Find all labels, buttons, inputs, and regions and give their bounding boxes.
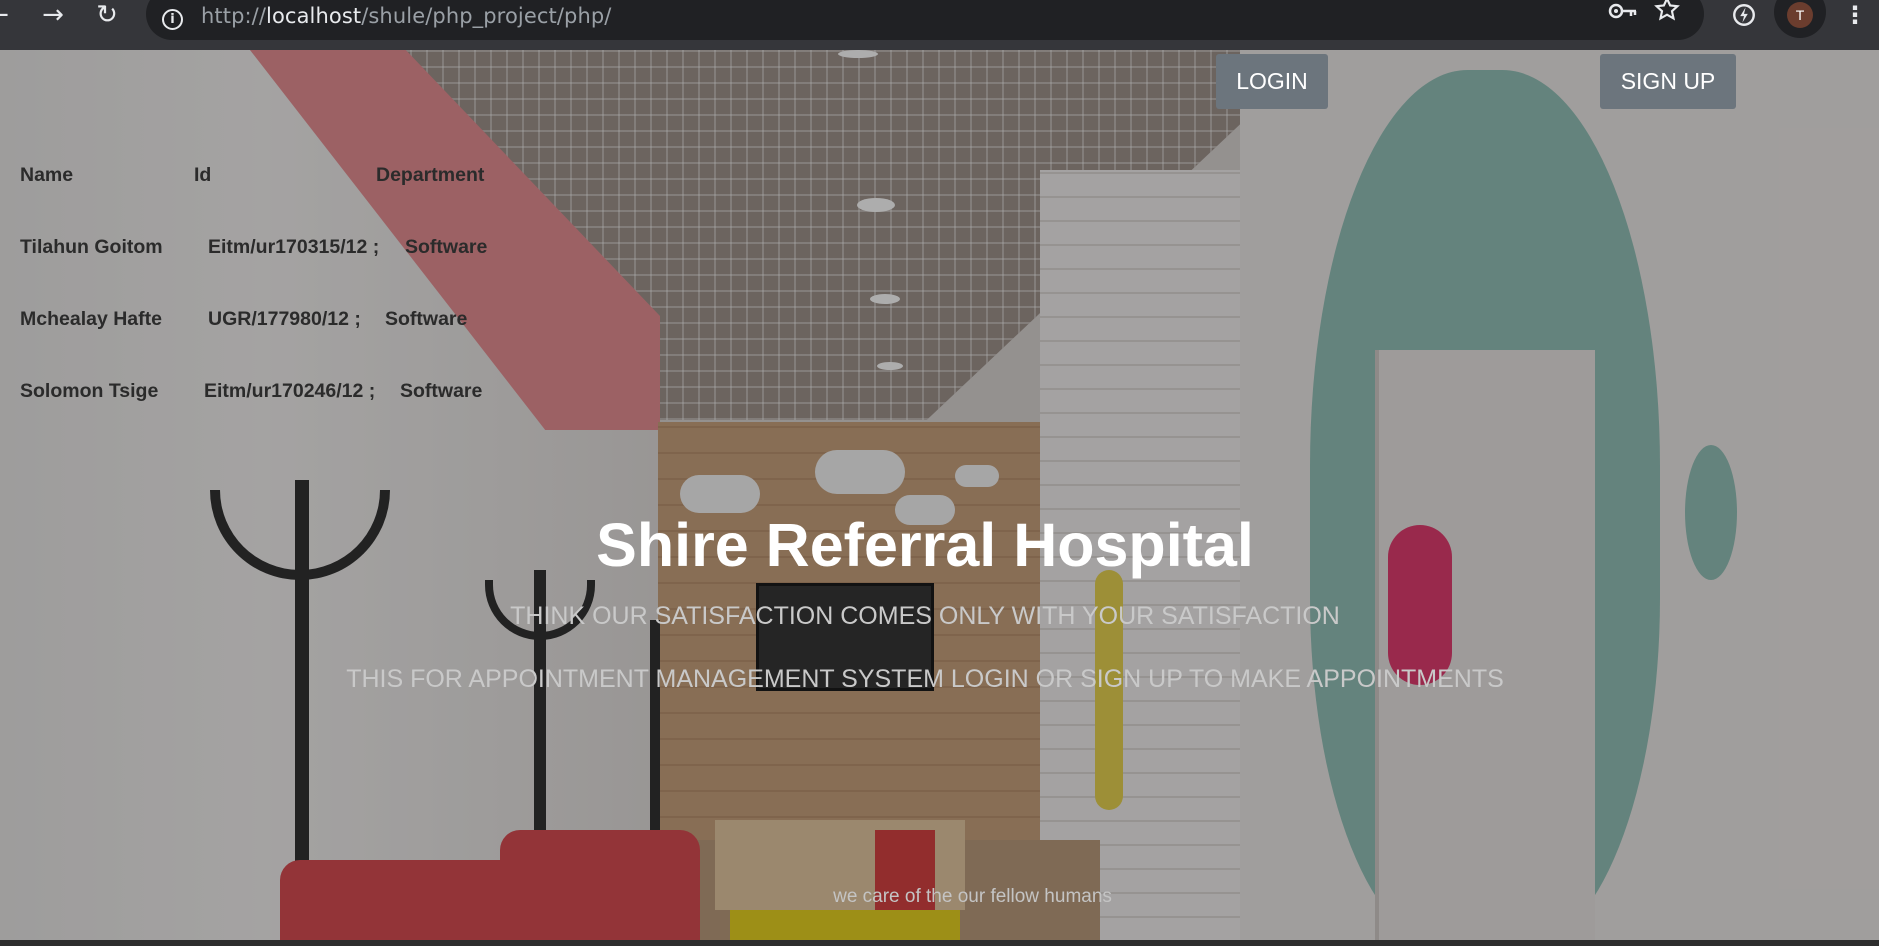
- key-icon[interactable]: [1608, 0, 1638, 28]
- info-icon[interactable]: i: [162, 9, 183, 30]
- team-row: Solomon Tsige Eitm/ur170246/12 ; Softwar…: [20, 379, 482, 403]
- tagline: THINK OUR SATISFACTION COMES ONLY WITH Y…: [510, 602, 1340, 630]
- member-id: UGR/177980/12 ;: [208, 308, 361, 330]
- arrow-right-icon[interactable]: →: [33, 0, 73, 30]
- header-id: Id: [194, 164, 212, 186]
- member-name: Tilahun Goitom: [20, 236, 163, 258]
- footer-text: we care of the our fellow humans: [833, 886, 1112, 907]
- kebab-menu-icon[interactable]: ⋮: [1840, 0, 1870, 30]
- extension-icon[interactable]: [1726, 0, 1762, 30]
- background-overlay: [0, 50, 1879, 940]
- login-button[interactable]: LOGIN: [1216, 54, 1328, 109]
- web-page: Name Id Department Tilahun Goitom Eitm/u…: [0, 50, 1879, 940]
- url-text[interactable]: http://localhost/shule/php_project/php/: [201, 4, 611, 28]
- team-info: Name Id Department Tilahun Goitom Eitm/u…: [20, 115, 487, 451]
- header-name: Name: [20, 164, 74, 186]
- member-name: Mchealay Hafte: [20, 308, 162, 330]
- header-department: Department: [376, 164, 485, 186]
- url-scheme: http://: [201, 4, 267, 28]
- member-id: Eitm/ur170246/12 ;: [204, 380, 376, 402]
- member-department: Software: [385, 308, 468, 330]
- team-row: Tilahun Goitom Eitm/ur170315/12 ; Softwa…: [20, 235, 487, 259]
- avatar: T: [1787, 2, 1813, 28]
- arrow-left-icon[interactable]: ←: [0, 0, 18, 30]
- reload-icon[interactable]: ↻: [87, 0, 127, 30]
- address-bar[interactable]: i http://localhost/shule/php_project/php…: [146, 0, 1704, 40]
- team-row: Mchealay Hafte UGR/177980/12 ; Software: [20, 307, 467, 331]
- page-bottom-edge: [0, 940, 1879, 946]
- url-host: localhost: [266, 4, 362, 28]
- signup-button[interactable]: SIGN UP: [1600, 54, 1736, 109]
- url-path: /shule/php_project/php/: [361, 4, 612, 28]
- member-id: Eitm/ur170315/12 ;: [208, 236, 380, 258]
- profile-button[interactable]: T: [1774, 0, 1826, 38]
- member-department: Software: [400, 380, 483, 402]
- page-title: Shire Referral Hospital: [596, 511, 1254, 579]
- subtext: THIS FOR APPOINTMENT MANAGEMENT SYSTEM L…: [346, 665, 1504, 693]
- member-name: Solomon Tsige: [20, 380, 159, 402]
- star-icon[interactable]: [1654, 0, 1680, 28]
- team-header-row: Name Id Department: [20, 163, 484, 187]
- browser-toolbar: ← → ↻ i http://localhost/shule/php_proje…: [0, 0, 1879, 50]
- member-department: Software: [405, 236, 488, 258]
